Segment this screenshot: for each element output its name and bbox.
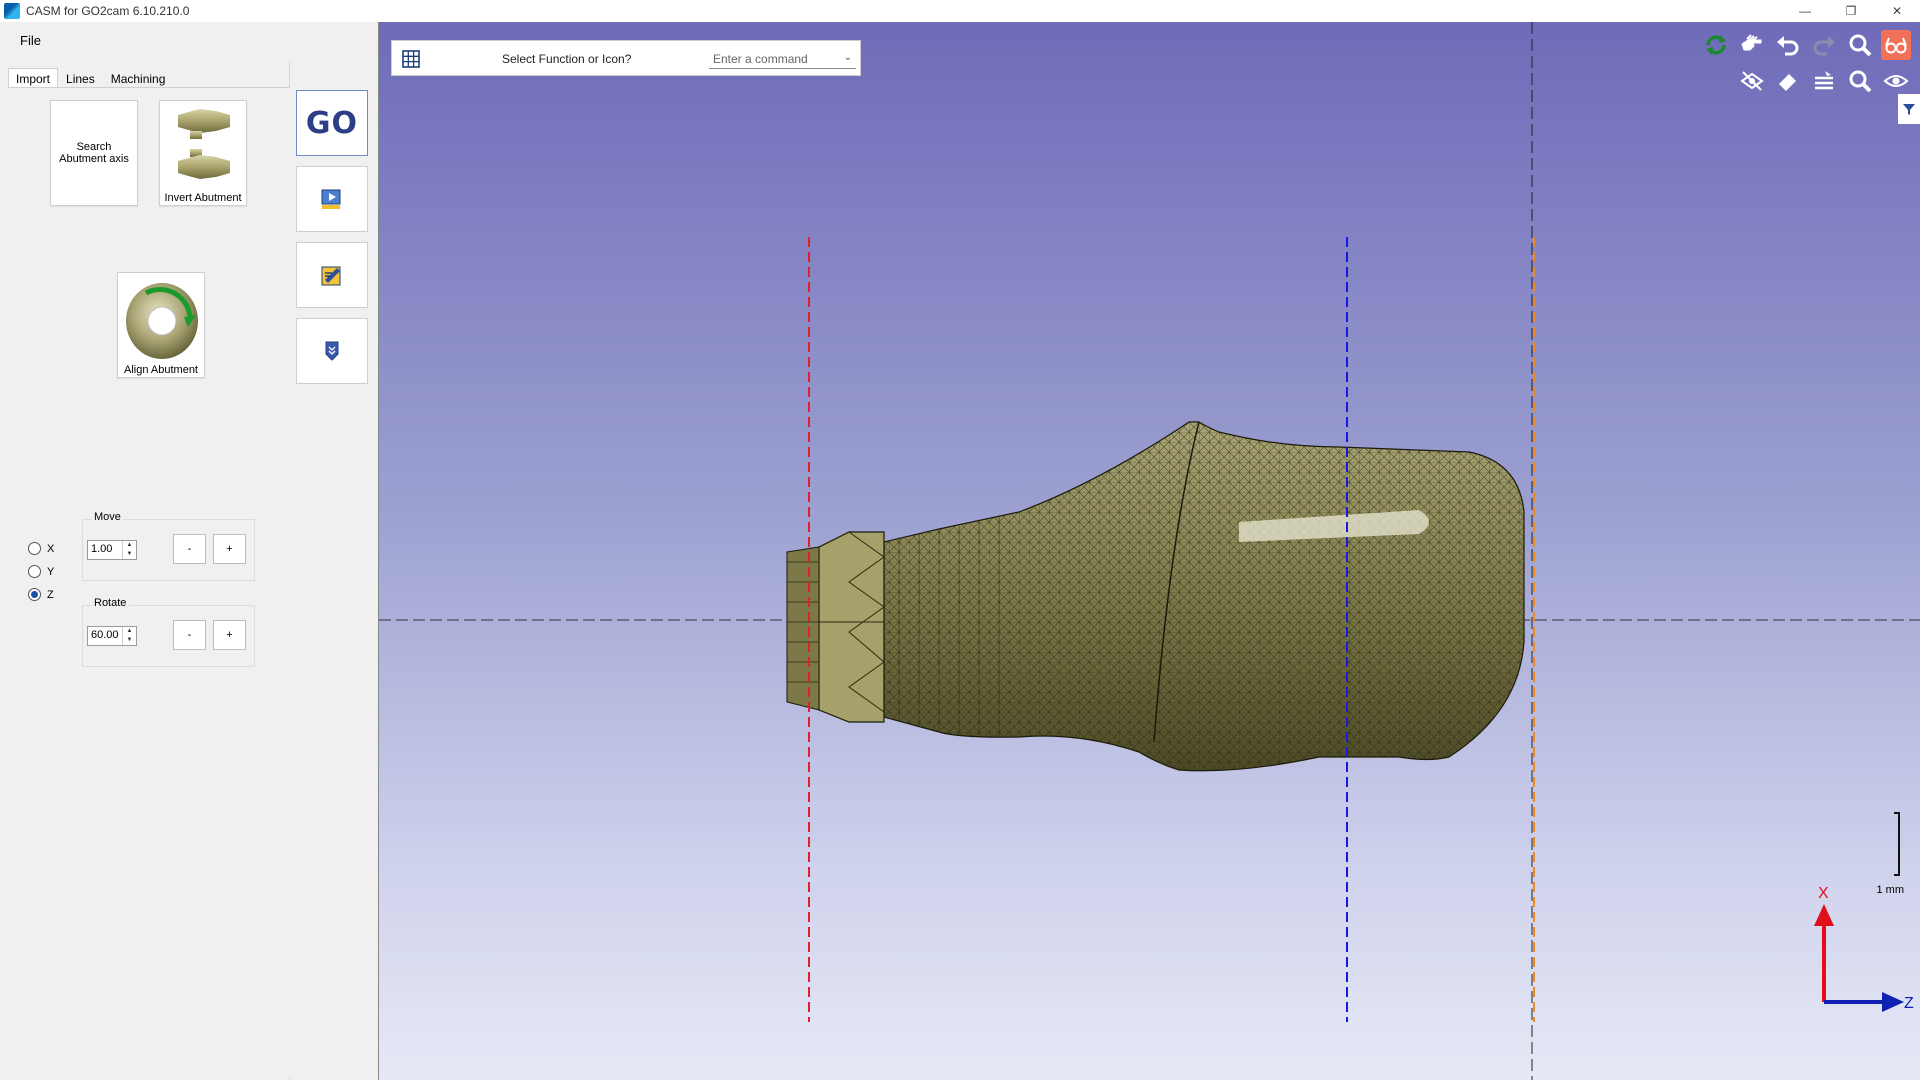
move-plus-button[interactable]: + — [213, 534, 246, 564]
menu-file[interactable]: File — [20, 33, 41, 48]
edit-document-icon — [321, 266, 341, 286]
simulation-icon — [321, 189, 341, 209]
machining-strategy-button[interactable] — [296, 318, 368, 384]
axis-x-label: X — [1818, 885, 1829, 902]
move-spin-arrows[interactable]: ▲ ▼ — [122, 541, 136, 559]
restore-button[interactable]: ❐ — [1828, 0, 1874, 22]
vertical-toolbar: GO — [290, 62, 378, 1080]
rotate-spin-arrows[interactable]: ▲ ▼ — [122, 627, 136, 645]
radio-label-z: Z — [47, 588, 54, 601]
rotate-group-title: Rotate — [91, 597, 130, 609]
move-value-input[interactable]: 1.00 ▲ ▼ — [87, 540, 137, 560]
radio-axis-x[interactable]: X — [28, 542, 54, 555]
rotate-value-input[interactable]: 60.00 ▲ ▼ — [87, 626, 137, 646]
title-bar: CASM for GO2cam 6.10.210.0 — ❐ ✕ — [0, 0, 1920, 22]
close-button[interactable]: ✕ — [1874, 0, 1920, 22]
rotate-minus-button[interactable]: - — [173, 620, 206, 650]
app-logo-icon — [4, 3, 20, 19]
axis-arrows: X Z — [1814, 885, 1914, 1012]
minimize-button[interactable]: — — [1782, 0, 1828, 22]
left-panel: Import Lines Machining Search Abutment a… — [0, 62, 290, 1080]
move-value: 1.00 — [91, 543, 113, 555]
move-group: Move 1.00 ▲ ▼ - + — [82, 511, 255, 581]
radio-button[interactable] — [28, 588, 41, 601]
move-minus-button[interactable]: - — [173, 534, 206, 564]
invert-abutment-label: Invert Abutment — [164, 192, 242, 204]
move-group-title: Move — [91, 511, 124, 523]
window-controls: — ❐ ✕ — [1782, 0, 1920, 22]
align-abutment-label: Align Abutment — [124, 364, 198, 376]
window-title: CASM for GO2cam 6.10.210.0 — [26, 4, 190, 18]
import-tab-content: Search Abutment axis Invert Abutment Ali… — [8, 87, 290, 1077]
go-button[interactable]: GO — [296, 90, 368, 156]
go-label: GO — [305, 105, 359, 141]
rotate-group: Rotate 60.00 ▲ ▼ - + — [82, 597, 255, 667]
radio-label-y: Y — [47, 565, 55, 578]
axis-triad: X Z — [1796, 882, 1916, 1022]
rotate-plus-button[interactable]: + — [213, 620, 246, 650]
align-abutment-icon — [126, 283, 198, 359]
simulation-button[interactable] — [296, 166, 368, 232]
menu-bar: File — [0, 22, 378, 62]
abutment-model[interactable] — [786, 421, 1525, 772]
invert-abutment-button[interactable]: Invert Abutment — [159, 100, 247, 206]
edit-document-button[interactable] — [296, 242, 368, 308]
model-scene[interactable] — [379, 22, 1920, 1080]
3d-viewport[interactable]: Select Function or Icon? Enter a command… — [378, 22, 1920, 1080]
invert-abutment-icon — [178, 109, 230, 179]
radio-button[interactable] — [28, 542, 41, 555]
align-abutment-button[interactable]: Align Abutment — [117, 272, 205, 378]
shield-icon — [325, 341, 339, 361]
rotate-value: 60.00 — [91, 629, 119, 641]
radio-axis-y[interactable]: Y — [28, 565, 54, 578]
search-abutment-axis-button[interactable]: Search Abutment axis — [50, 100, 138, 206]
search-abutment-axis-label: Search Abutment axis — [59, 141, 129, 165]
radio-button[interactable] — [28, 565, 41, 578]
radio-label-x: X — [47, 542, 55, 555]
scale-bar — [1894, 812, 1900, 876]
axis-z-label: Z — [1904, 995, 1914, 1012]
radio-axis-z[interactable]: Z — [28, 588, 54, 601]
